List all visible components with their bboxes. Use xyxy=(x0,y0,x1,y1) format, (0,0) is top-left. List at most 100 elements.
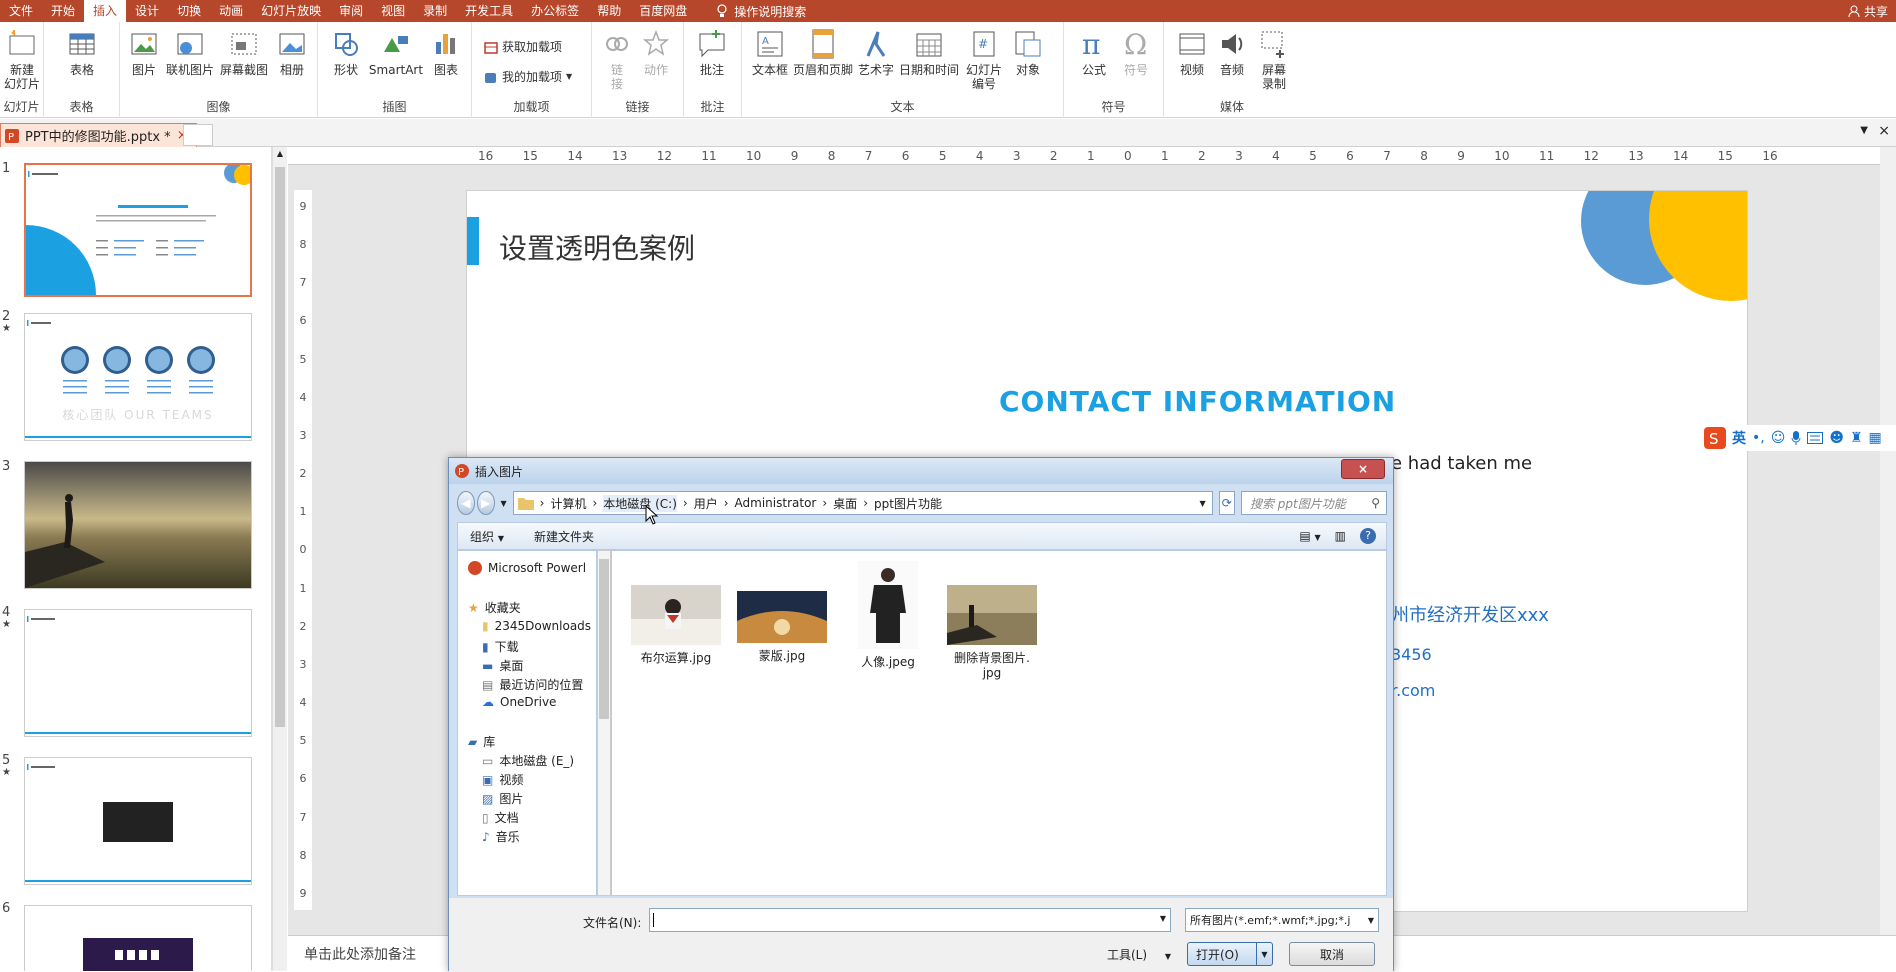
slide-thumbnail-4[interactable] xyxy=(24,609,252,737)
tab-transitions[interactable]: 切换 xyxy=(168,0,210,22)
document-tab[interactable]: P PPT中的修图功能.pptx * × xyxy=(0,123,197,147)
header-footer-button[interactable]: 页眉和页脚 xyxy=(792,28,854,77)
link-button[interactable]: 链 接 xyxy=(602,28,632,91)
editor-scrollbar[interactable] xyxy=(1880,147,1896,935)
body-text-fragment[interactable]: e had taken me xyxy=(1391,453,1532,474)
view-options-icon[interactable]: ▤ ▼ xyxy=(1299,529,1320,543)
address-crumb[interactable]: Administrator xyxy=(735,496,817,510)
tab-help[interactable]: 帮助 xyxy=(588,0,630,22)
nav-item-libraries[interactable]: ▰ 库 xyxy=(468,733,495,750)
address-fragment[interactable]: 州市经济开发区xxx xyxy=(1391,601,1549,627)
scrollbar-thumb[interactable] xyxy=(275,167,285,727)
back-button[interactable]: ◀ xyxy=(457,491,475,515)
recent-dropdown-icon[interactable]: ▼ xyxy=(501,499,507,508)
tab-list-dropdown[interactable]: ▼ xyxy=(1860,125,1868,136)
symbol-button[interactable]: Ω 符号 xyxy=(1118,28,1154,77)
skin-icon[interactable]: ♜ xyxy=(1850,430,1863,446)
nav-item-documents[interactable]: ▯ 文档 xyxy=(482,809,519,826)
cancel-button[interactable]: 取消 xyxy=(1289,942,1375,966)
address-crumb[interactable]: 用户 xyxy=(694,495,718,512)
close-document-icon[interactable]: × xyxy=(1878,123,1890,139)
nav-item-downloads[interactable]: ▮ 下载 xyxy=(482,638,519,655)
slide-thumbnail-1[interactable] xyxy=(24,163,252,297)
punctuation-icon[interactable]: •, xyxy=(1752,430,1765,446)
open-button[interactable]: 打开(O) ▼ xyxy=(1187,942,1273,966)
chart-button[interactable]: 图表 xyxy=(428,28,464,77)
tab-record[interactable]: 录制 xyxy=(414,0,456,22)
filename-input[interactable]: ▼ xyxy=(649,908,1171,932)
user-icon[interactable]: ☻ xyxy=(1829,430,1844,446)
navigation-scrollbar[interactable] xyxy=(597,550,611,896)
smartart-button[interactable]: SmartArt xyxy=(368,28,424,77)
new-tab-button[interactable] xyxy=(183,124,213,146)
search-field[interactable]: 搜索 ppt图片功能 ⚲ xyxy=(1240,491,1387,515)
tab-baidu[interactable]: 百度网盘 xyxy=(630,0,696,22)
address-crumb[interactable]: 计算机 xyxy=(550,495,586,512)
slide-title[interactable]: 设置透明色案例 xyxy=(499,227,695,267)
textbox-button[interactable]: A 文本框 xyxy=(752,28,788,77)
nav-item-onedrive[interactable]: ☁ OneDrive xyxy=(482,695,556,709)
ime-toolbar[interactable]: S 英 •, ☺ ☻ ♜ ▦ xyxy=(1700,425,1896,451)
dialog-close-button[interactable]: × xyxy=(1341,459,1385,479)
contact-heading[interactable]: CONTACT INFORMATION xyxy=(999,385,1396,418)
album-button[interactable]: 相册 xyxy=(274,28,310,77)
tab-file[interactable]: 文件 xyxy=(0,0,42,22)
slide-thumbnail-6[interactable] xyxy=(24,905,252,971)
get-addins-button[interactable]: 获取加载项 xyxy=(484,38,562,55)
shapes-button[interactable]: 形状 xyxy=(328,28,364,77)
slide-thumbnail-2[interactable]: 核心团队 OUR TEAMS xyxy=(24,313,252,441)
nav-item-downloads-2345[interactable]: ▮ 2345Downloads xyxy=(482,619,591,633)
filetype-select[interactable]: 所有图片(*.emf;*.wmf;*.jpg;*.j ▼ xyxy=(1185,908,1379,932)
slide-number-button[interactable]: # 幻灯片 编号 xyxy=(962,28,1006,91)
wordart-button[interactable]: 艺术字 xyxy=(856,28,896,77)
tab-animations[interactable]: 动画 xyxy=(210,0,252,22)
email-fragment[interactable]: r.com xyxy=(1391,681,1435,700)
audio-button[interactable]: 音频 xyxy=(1214,28,1250,77)
nav-item-pictures[interactable]: ▨ 图片 xyxy=(482,790,523,807)
tab-slideshow[interactable]: 幻灯片放映 xyxy=(252,0,330,22)
tab-review[interactable]: 审阅 xyxy=(330,0,372,22)
tab-design[interactable]: 设计 xyxy=(126,0,168,22)
address-crumb[interactable]: 桌面 xyxy=(833,495,857,512)
keyboard-icon[interactable] xyxy=(1807,432,1824,444)
online-picture-button[interactable]: 联机图片 xyxy=(164,28,216,77)
nav-item-powerpoint[interactable]: Microsoft Powerl xyxy=(468,561,586,575)
picture-button[interactable]: 图片 xyxy=(126,28,162,77)
screenshot-button[interactable]: 屏幕截图 xyxy=(218,28,270,77)
file-item-boolean[interactable]: 布尔运算.jpg xyxy=(626,585,726,666)
datetime-button[interactable]: 日期和时间 xyxy=(898,28,960,77)
tab-home[interactable]: 开始 xyxy=(42,0,84,22)
emoji-icon[interactable]: ☺ xyxy=(1771,430,1786,446)
nav-item-favorites[interactable]: ★ 收藏夹 xyxy=(468,599,521,616)
nav-item-desktop[interactable]: ▬ 桌面 xyxy=(482,657,523,674)
scroll-up-arrow[interactable]: ▲ xyxy=(275,149,285,159)
equation-button[interactable]: π 公式 xyxy=(1076,28,1112,77)
help-icon[interactable]: ? xyxy=(1360,528,1376,544)
address-crumb[interactable]: 本地磁盘 (C:) xyxy=(603,494,677,512)
slide-thumbnail-5[interactable] xyxy=(24,757,252,885)
filename-dropdown-icon[interactable]: ▼ xyxy=(1160,914,1166,923)
phone-fragment[interactable]: 3456 xyxy=(1391,645,1432,664)
tab-insert[interactable]: 插入 xyxy=(84,0,127,22)
preview-pane-icon[interactable]: ▥ xyxy=(1335,529,1346,543)
ime-language[interactable]: 英 xyxy=(1732,428,1746,448)
share-button[interactable]: 共享 xyxy=(1848,0,1888,22)
new-slide-button[interactable]: 新建 幻灯片 xyxy=(2,28,42,91)
my-addins-button[interactable]: 我的加载项 ▼ xyxy=(484,68,572,85)
dialog-titlebar[interactable]: P 插入图片 xyxy=(449,458,1393,484)
address-bar[interactable]: › 计算机 › 本地磁盘 (C:) › 用户 › Administrator ›… xyxy=(512,491,1213,515)
new-folder-button[interactable]: 新建文件夹 xyxy=(534,528,594,545)
tab-office-tab[interactable]: 办公标签 xyxy=(522,0,588,22)
slide-thumbnail-3[interactable] xyxy=(24,461,252,589)
navigation-scrollbar-thumb[interactable] xyxy=(599,559,609,719)
file-item-remove-bg[interactable]: 删除背景图片. jpg xyxy=(942,585,1042,680)
nav-item-videos[interactable]: ▣ 视频 xyxy=(482,771,523,788)
forward-button[interactable]: ▶ xyxy=(476,491,495,515)
thumbnail-scrollbar[interactable]: ▲ xyxy=(272,147,287,971)
screen-record-button[interactable]: 屏幕 录制 xyxy=(1254,28,1294,91)
video-button[interactable]: 视频 xyxy=(1174,28,1210,77)
action-button[interactable]: 动作 xyxy=(638,28,674,77)
file-item-portrait[interactable]: 人像.jpeg xyxy=(838,561,938,670)
address-crumb[interactable]: ppt图片功能 xyxy=(874,495,942,512)
object-button[interactable]: 对象 xyxy=(1010,28,1046,77)
